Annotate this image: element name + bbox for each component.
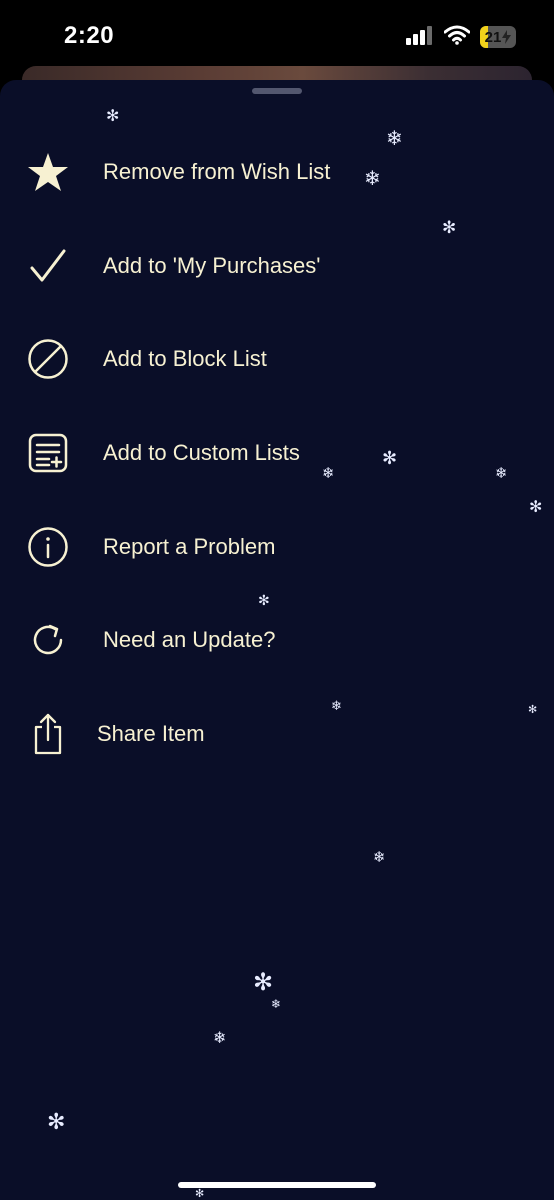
sheet-grabber[interactable] [252,88,302,94]
menu-item-label: Need an Update? [103,627,276,652]
menu-item-add-block-list[interactable]: Add to Block List [0,323,554,395]
share-icon [26,712,70,756]
block-icon [26,337,70,381]
star-icon [26,150,70,194]
battery: 21 [480,26,516,48]
action-sheet: ✻ ❄ ❄ ✻ ✻ ❄ ❄ ✻ ✻ ❄ ✻ ❄ ✻ ❄ ❄ ✻ ✻ Remove… [0,80,554,1200]
menu-item-label: Add to Custom Lists [103,440,300,465]
menu-item-remove-wish-list[interactable]: Remove from Wish List [0,136,554,208]
snowflake-icon: ❄ [271,997,282,1011]
battery-level-text: 21 [484,28,502,46]
custom-list-add-icon [26,431,70,475]
menu-item-add-custom-lists[interactable]: Add to Custom Lists [0,417,554,489]
snowflake-icon: ✻ [195,1187,205,1200]
charging-bolt-icon [502,30,512,44]
menu-item-need-update[interactable]: Need an Update? [0,604,554,676]
battery-charging-icon: 21 [480,26,516,48]
menu-item-label: Report a Problem [103,534,276,559]
menu-item-label: Remove from Wish List [103,159,331,184]
refresh-icon [26,618,70,662]
snowflake-icon: ❄ [213,1028,227,1047]
menu-item-label: Add to Block List [103,346,267,371]
menu-item-label: Add to 'My Purchases' [103,253,321,278]
status-icons: 21 [406,24,516,50]
checkmark-icon [26,244,70,288]
snowflake-icon: ✻ [47,1110,66,1135]
wifi-icon [443,25,471,50]
snowflake-icon: ❄ [373,848,386,866]
menu-item-add-my-purchases[interactable]: Add to 'My Purchases' [0,230,554,302]
snowflake-icon: ✻ [253,968,274,996]
menu-item-label: Share Item [97,721,205,746]
home-indicator[interactable] [178,1182,376,1188]
status-bar: 2:20 21 [0,0,554,72]
info-icon [26,525,70,569]
cellular-signal-icon [406,25,434,50]
status-time: 2:20 [64,22,115,49]
menu-item-share[interactable]: Share Item [0,698,554,770]
menu-item-report-problem[interactable]: Report a Problem [0,511,554,583]
snowflake-icon: ✻ [106,106,120,125]
